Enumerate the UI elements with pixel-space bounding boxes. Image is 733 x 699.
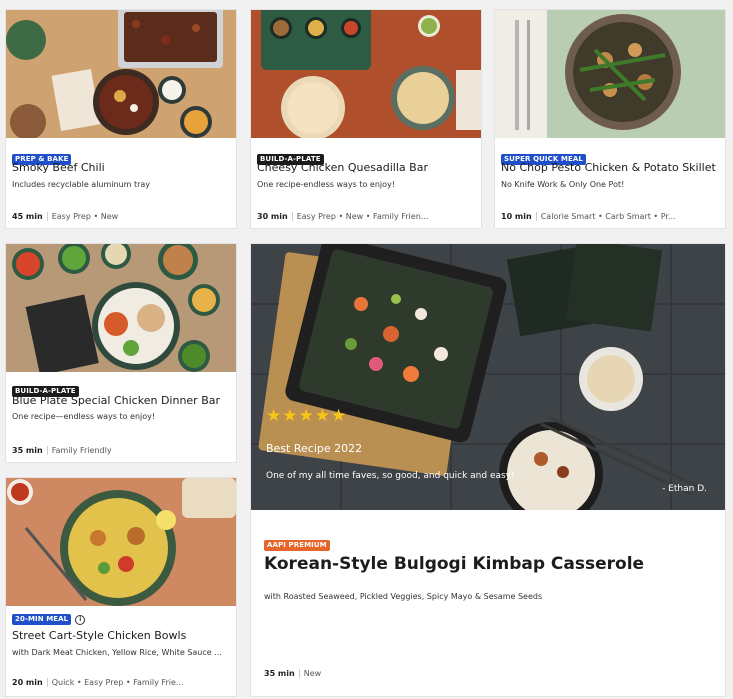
recipe-tags: Family Friendly [51, 446, 112, 455]
info-icon[interactable]: i [75, 614, 86, 625]
recipe-title[interactable]: Korean-Style Bulgogi Kimbap Casserole [264, 554, 644, 574]
recipe-subtitle: Includes recyclable aluminum tray [12, 180, 151, 189]
recipe-meta: 20 min Quick • Easy Prep • Family Frie..… [12, 678, 184, 687]
recipe-tags: Easy Prep • New [51, 212, 119, 221]
recipe-subtitle: with Roasted Seaweed, Pickled Veggies, S… [264, 592, 543, 601]
recipe-card-smoky-beef-chili[interactable]: PREP & BAKE Smoky Beef Chili Includes re… [6, 10, 236, 228]
recipe-card-no-chop-pesto-chicken[interactable]: SUPER QUICK MEAL No Chop Pesto Chicken &… [495, 10, 725, 228]
recipe-time: 45 min [12, 212, 43, 221]
recipe-tags: Calorie Smart • Carb Smart • Pr... [540, 212, 676, 221]
recipe-meta: 35 min New [264, 669, 321, 678]
recipe-time: 35 min [264, 669, 295, 678]
recipe-meta: 45 min Easy Prep • New [12, 212, 118, 221]
recipe-title[interactable]: Smoky Beef Chili [12, 161, 105, 174]
recipe-card-cheesy-chicken-quesadilla[interactable]: BUILD-A-PLATE Cheesy Chicken Quesadilla … [251, 10, 481, 228]
recipe-photo [495, 10, 725, 138]
divider [46, 446, 48, 455]
recipe-badge: 20-MIN MEAL [12, 614, 72, 625]
recipe-photo [6, 478, 236, 606]
recipe-meta: 30 min Easy Prep • New • Family Frien... [257, 212, 428, 221]
recipe-photo [251, 10, 481, 138]
recipe-tags: Easy Prep • New • Family Frien... [296, 212, 429, 221]
featured-recipe-card-korean-bulgogi-kimbap[interactable]: ★★★★★ Best Recipe 2022 One of my all tim… [251, 244, 725, 696]
recipe-title[interactable]: Cheesy Chicken Quesadilla Bar [257, 161, 428, 174]
recipe-time: 20 min [12, 678, 43, 687]
recipe-meta: 35 min Family Friendly [12, 446, 112, 455]
recipe-badge: AAPI PREMIUM [264, 540, 330, 551]
divider [46, 678, 48, 687]
recipe-subtitle: No Knife Work & Only One Pot! [501, 180, 625, 189]
recipe-time: 35 min [12, 446, 43, 455]
review-title: Best Recipe 2022 [266, 442, 363, 455]
recipe-title[interactable]: No Chop Pesto Chicken & Potato Skillet [501, 161, 716, 174]
review-author: - Ethan D. [662, 484, 707, 494]
divider [298, 669, 300, 678]
divider [291, 212, 293, 221]
recipe-time: 10 min [501, 212, 532, 221]
divider [46, 212, 48, 221]
review-text: One of my all time faves, so good, and q… [266, 471, 515, 481]
recipe-subtitle: with Dark Meat Chicken, Yellow Rice, Whi… [12, 648, 222, 657]
recipe-photo [6, 244, 236, 372]
recipe-subtitle: One recipe-endless ways to enjoy! [257, 180, 395, 189]
recipe-title[interactable]: Street Cart-Style Chicken Bowls [12, 629, 186, 642]
divider [535, 212, 537, 221]
recipe-card-blue-plate-special[interactable]: BUILD-A-PLATE Blue Plate Special Chicken… [6, 244, 236, 462]
recipe-card-street-cart-chicken-bowls[interactable]: 20-MIN MEAL i Street Cart-Style Chicken … [6, 478, 236, 696]
recipe-subtitle: One recipe—endless ways to enjoy! [12, 412, 156, 421]
recipe-title[interactable]: Blue Plate Special Chicken Dinner Bar [12, 394, 220, 407]
recipe-meta: 10 min Calorie Smart • Carb Smart • Pr..… [501, 212, 676, 221]
recipe-time: 30 min [257, 212, 288, 221]
rating-stars: ★★★★★ [266, 406, 348, 426]
recipe-photo [6, 10, 236, 138]
recipe-tags: New [303, 669, 322, 678]
recipe-tags: Quick • Easy Prep • Family Frie... [51, 678, 184, 687]
